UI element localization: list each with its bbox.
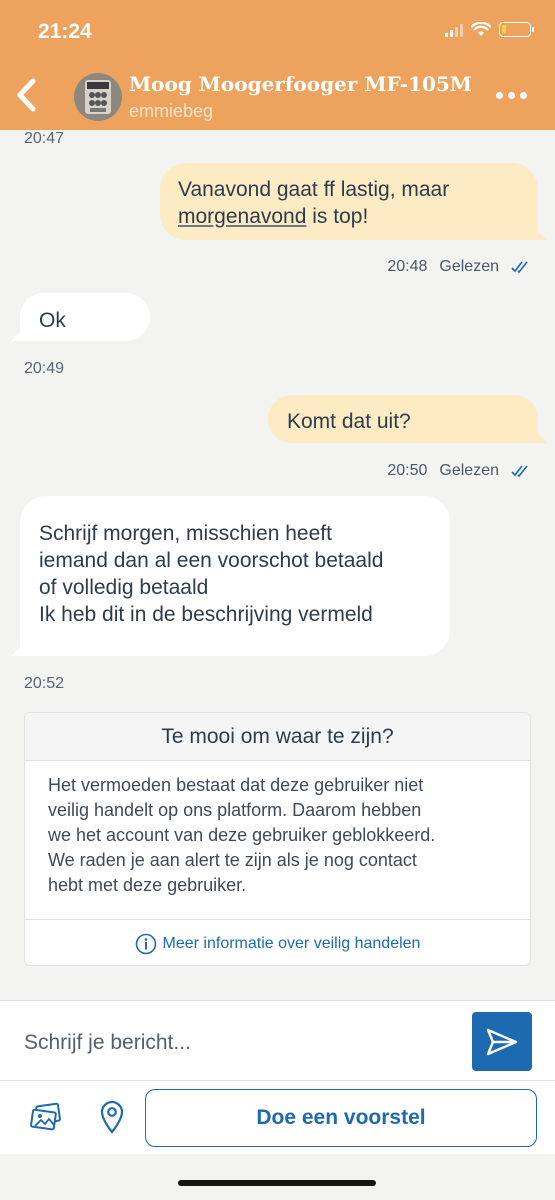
safe-trading-link[interactable]: Meer informatie over veilig handelen — [25, 919, 530, 965]
message-bubble-outgoing[interactable]: Vanavond gaat ff lastig, maar morgenavon… — [160, 163, 547, 240]
dot-icon — [520, 92, 527, 99]
avatar[interactable] — [74, 73, 122, 121]
underlined-word[interactable]: morgenavond — [178, 205, 306, 228]
message-text: Vanavond gaat ff lastig, maar — [178, 178, 450, 201]
message-timestamp: 20:47 — [24, 130, 65, 147]
read-receipt: 20:50 Gelezen — [387, 462, 531, 480]
send-icon — [486, 1028, 518, 1055]
back-button[interactable] — [8, 74, 44, 116]
message-bubble-incoming[interactable]: Ok — [11, 293, 150, 341]
warning-text: veilig handelt op ons platform. Daarom h… — [48, 800, 422, 820]
warning-body: Het vermoeden bestaat dat deze gebruiker… — [25, 761, 530, 919]
battery-icon — [499, 22, 534, 37]
read-status: Gelezen — [439, 462, 499, 479]
warning-text: we het account van deze gebruiker geblok… — [48, 825, 436, 845]
warning-text: We raden je aan alert te zijn als je nog… — [48, 850, 417, 870]
header: 21:24 Moog Moogerfooger MF-105M emmiebeg — [0, 0, 555, 130]
message-text: Schrijf morgen, misschien heeft — [39, 522, 332, 545]
message-timestamp: 20:49 — [24, 360, 65, 377]
dot-icon — [496, 92, 503, 99]
info-icon — [135, 933, 156, 954]
message-text: Komt dat uit? — [287, 410, 411, 433]
double-check-icon — [511, 465, 528, 478]
status-icons — [445, 22, 534, 37]
product-thumbnail — [74, 73, 122, 121]
message-text: Ok — [39, 309, 66, 332]
read-receipt: 20:48 Gelezen — [387, 258, 531, 276]
message-bubble-outgoing[interactable]: Komt dat uit? — [268, 395, 547, 443]
message-text: of volledig betaald — [39, 576, 209, 599]
signal-icon — [445, 23, 463, 37]
warning-card: Te mooi om waar te zijn? Het vermoeden b… — [24, 712, 531, 966]
location-button[interactable] — [92, 1097, 132, 1137]
message-composer: Schrijf je bericht... Doe een voorstel — [0, 1000, 555, 1154]
divider — [0, 1080, 555, 1081]
message-input[interactable]: Schrijf je bericht... — [24, 1031, 191, 1055]
make-offer-button[interactable]: Doe een voorstel — [145, 1089, 537, 1147]
home-area — [0, 1154, 555, 1200]
message-text: iemand dan al een voorschot betaald — [39, 549, 384, 572]
message-time: 20:48 — [387, 258, 428, 275]
warning-title: Te mooi om waar te zijn? — [25, 713, 530, 761]
username[interactable]: emmiebeg — [129, 101, 213, 122]
image-icon — [30, 1102, 61, 1131]
message-bubble-incoming[interactable]: Schrijf morgen, misschien heeft iemand d… — [11, 496, 450, 656]
dot-icon — [508, 92, 515, 99]
message-time: 20:50 — [387, 462, 428, 479]
photo-button[interactable] — [26, 1097, 66, 1137]
safe-trading-link-label: Meer informatie over veilig handelen — [162, 934, 421, 952]
message-text: morgenavond is top! — [178, 205, 369, 228]
more-options-button[interactable] — [496, 92, 527, 99]
message-text: Ik heb dit in de beschrijving vermeld — [39, 603, 373, 626]
location-pin-icon — [100, 1100, 124, 1134]
page-title: Moog Moogerfooger MF-105M — [129, 72, 472, 96]
home-indicator[interactable] — [178, 1180, 376, 1186]
chevron-left-icon — [17, 78, 36, 112]
message-timestamp: 20:52 — [24, 675, 65, 692]
double-check-icon — [511, 261, 528, 274]
read-status: Gelezen — [439, 258, 499, 275]
wifi-icon — [471, 22, 491, 36]
warning-text: hebt met deze gebruiker. — [48, 875, 247, 895]
status-time: 21:24 — [38, 20, 92, 43]
send-button[interactable] — [472, 1012, 532, 1071]
warning-text: Het vermoeden bestaat dat deze gebruiker… — [48, 775, 424, 795]
